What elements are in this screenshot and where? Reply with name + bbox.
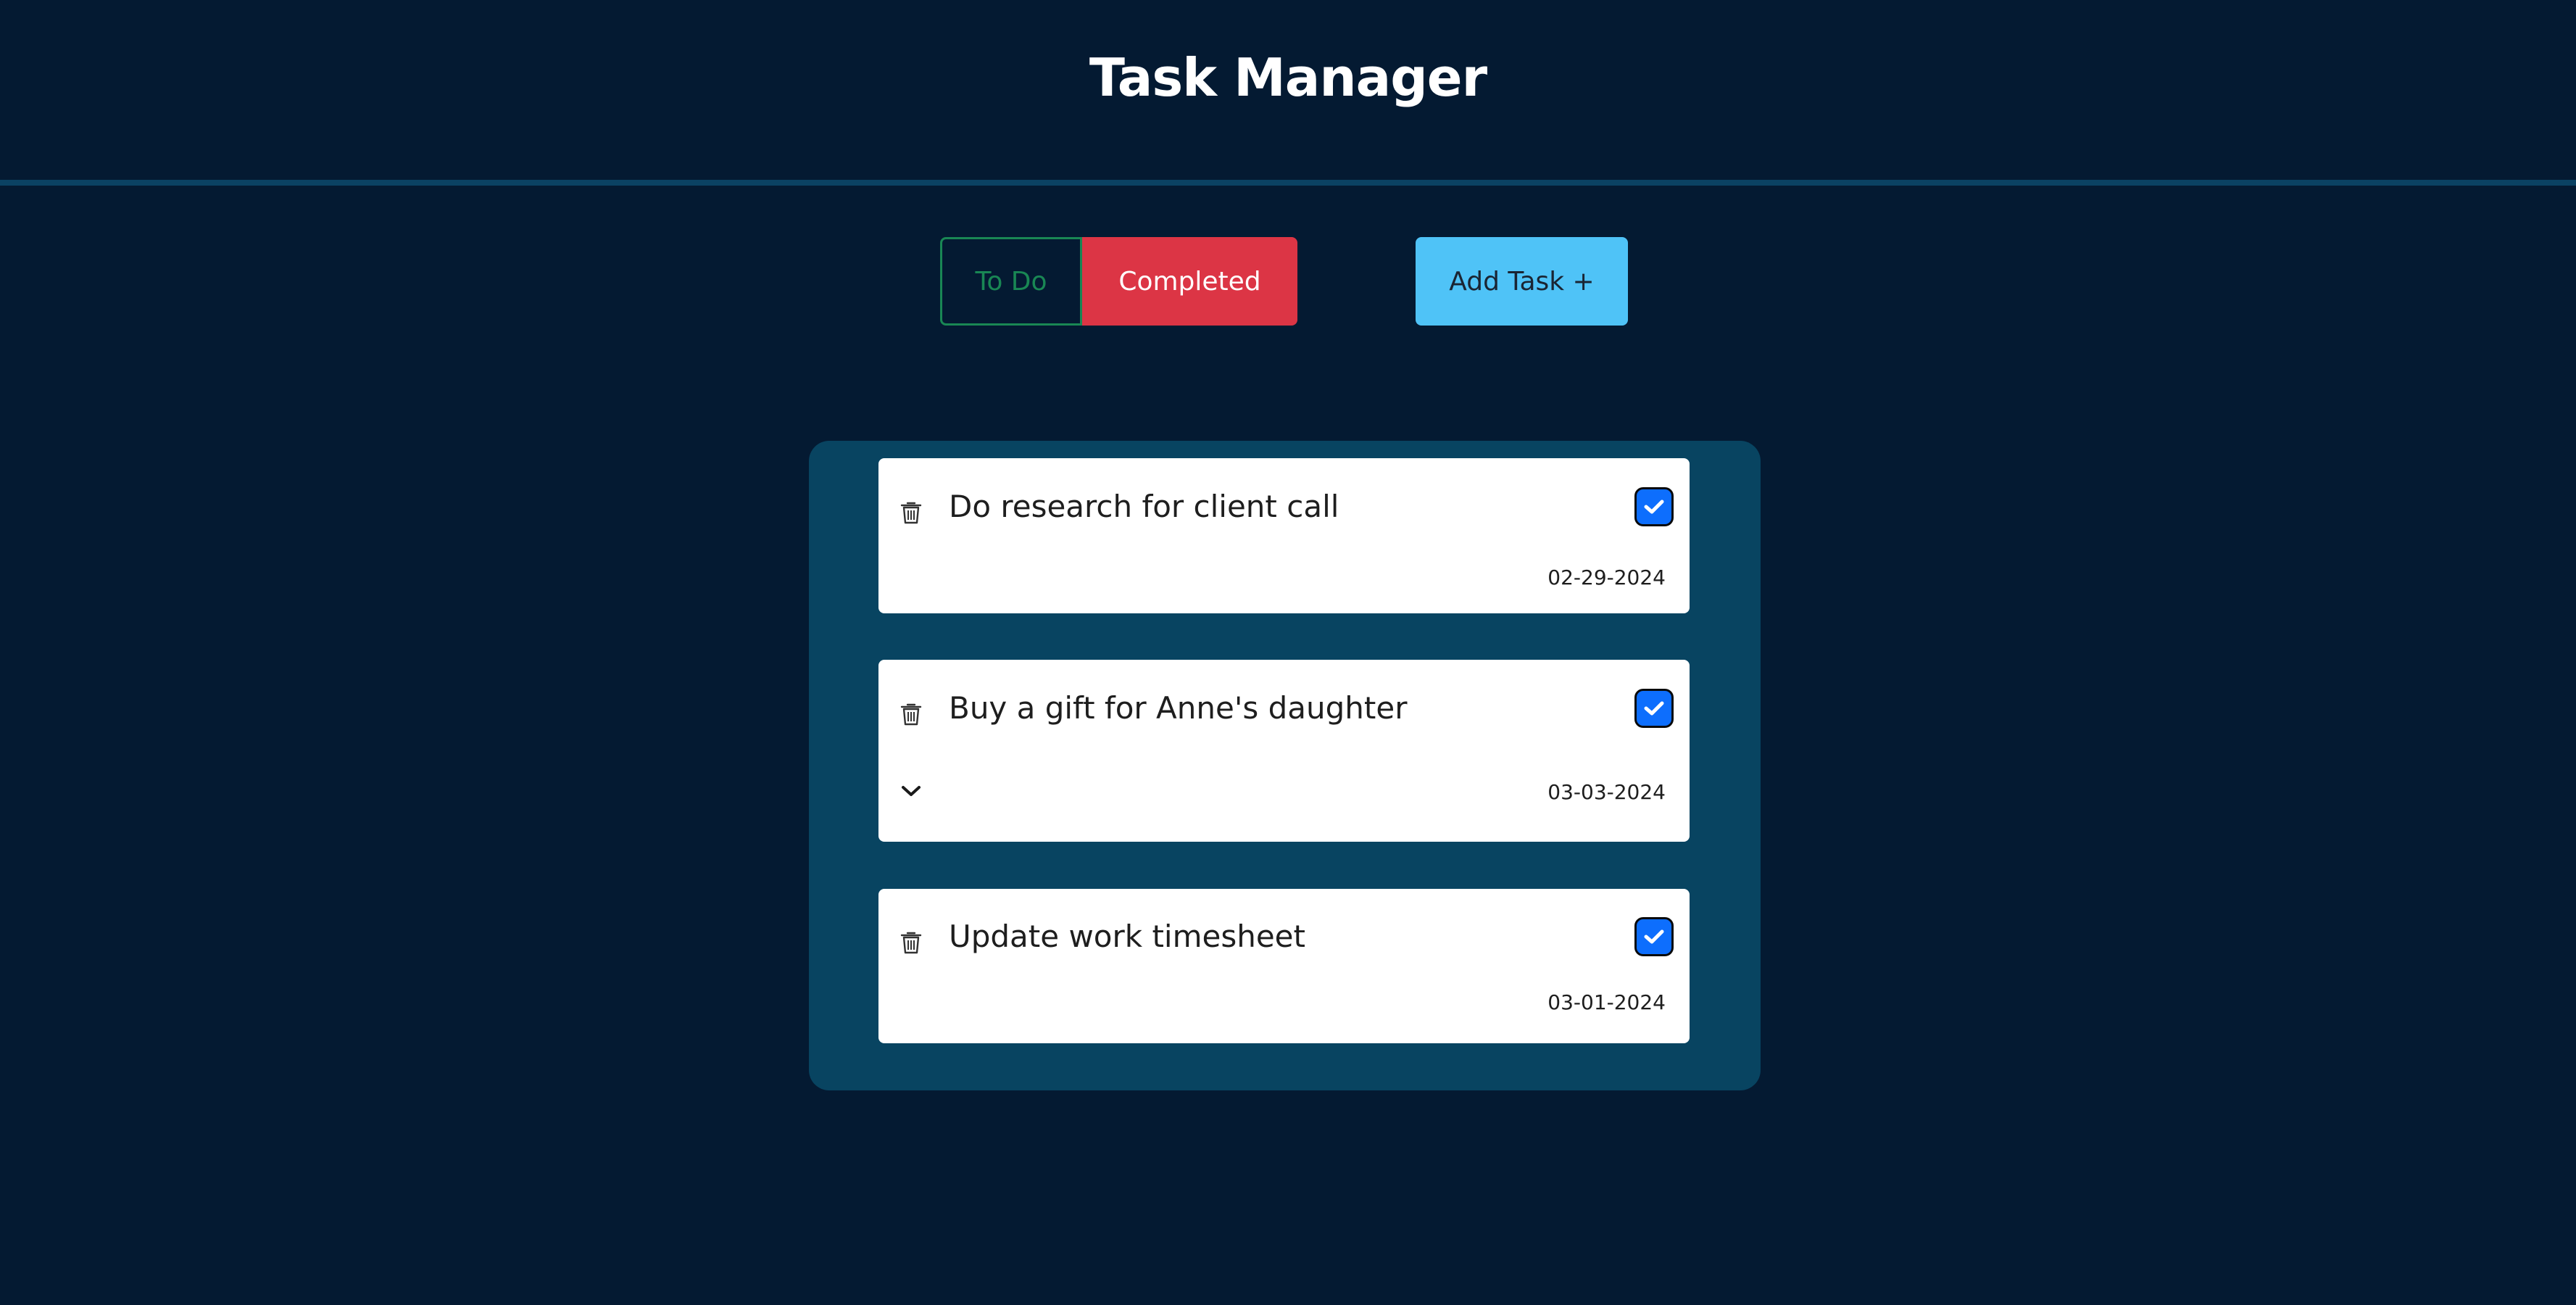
task-complete-checkbox[interactable] <box>1634 689 1674 728</box>
check-icon <box>1644 701 1664 716</box>
task-card: Buy a gift for Anne's daughter 03-03-202… <box>878 660 1690 842</box>
task-complete-checkbox[interactable] <box>1634 487 1674 526</box>
todo-filter-button[interactable]: To Do <box>940 237 1082 326</box>
task-complete-checkbox[interactable] <box>1634 917 1674 956</box>
check-icon <box>1644 929 1664 944</box>
trash-icon[interactable] <box>900 500 922 525</box>
check-icon <box>1644 500 1664 514</box>
task-card: Do research for client call 02-29-2024 <box>878 458 1690 613</box>
task-list: Do research for client call 02-29-2024 B… <box>809 441 1761 1090</box>
app-header: Task Manager <box>0 0 2576 186</box>
task-title: Update work timesheet <box>949 919 1305 954</box>
task-title: Do research for client call <box>949 489 1339 524</box>
add-task-button[interactable]: Add Task + <box>1416 237 1628 326</box>
completed-filter-button[interactable]: Completed <box>1082 237 1297 326</box>
status-filter: To Do Completed <box>940 237 1297 326</box>
task-date: 03-01-2024 <box>1547 990 1666 1014</box>
trash-icon[interactable] <box>900 930 922 955</box>
task-card: Update work timesheet 03-01-2024 <box>878 889 1690 1043</box>
task-date: 02-29-2024 <box>1547 566 1666 589</box>
chevron-down-icon[interactable] <box>899 783 923 799</box>
page-title: Task Manager <box>1089 47 1487 108</box>
task-title: Buy a gift for Anne's daughter <box>949 690 1408 726</box>
trash-icon[interactable] <box>900 702 922 726</box>
task-date: 03-03-2024 <box>1547 780 1666 804</box>
